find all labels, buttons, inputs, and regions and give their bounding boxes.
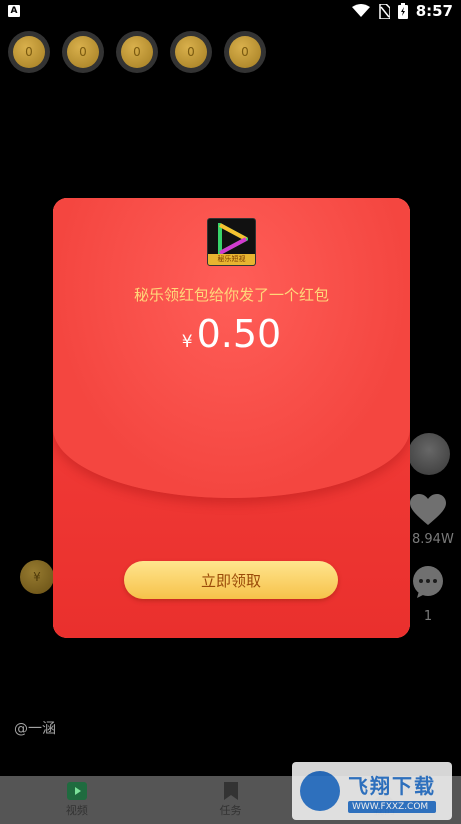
heart-icon (410, 494, 446, 525)
reward-coin[interactable]: ¥ (20, 560, 54, 594)
coin-value: 0 (175, 36, 207, 68)
coin[interactable]: 0 (8, 31, 50, 73)
amount-value: 0.50 (196, 312, 282, 356)
app-logo-label: 秘乐短视 (208, 254, 255, 265)
red-packet-dialog: 秘乐短视 秘乐领红包给你发了一个红包 ¥ 0.50 立即领取 (53, 198, 410, 638)
battery-icon (397, 3, 408, 19)
site-watermark: 飞翔下载 WWW.FXXZ.COM (292, 762, 452, 820)
sender-message: 秘乐领红包给你发了一个红包 (133, 286, 329, 304)
watermark-title: 飞翔下载 (348, 773, 436, 798)
tab-label: 视频 (65, 804, 88, 817)
comment-count: 1 (423, 609, 433, 624)
coin-value: 0 (229, 36, 261, 68)
clock: 8:57 (415, 2, 453, 20)
creator-avatar[interactable] (408, 433, 450, 475)
tab-label: 任务 (219, 804, 242, 817)
author-name[interactable]: @一涵 (14, 718, 56, 738)
watermark-logo-icon (300, 771, 340, 811)
comment-icon (413, 566, 443, 598)
coin[interactable]: 0 (224, 31, 266, 73)
currency-symbol: ¥ (181, 332, 193, 352)
play-logo-icon (218, 223, 248, 255)
watermark-url: WWW.FXXZ.COM (348, 800, 436, 813)
coin[interactable]: 0 (170, 31, 212, 73)
coin-value: 0 (13, 36, 45, 68)
packet-amount: ¥ 0.50 (53, 312, 410, 356)
like-count: 8.94W (412, 532, 454, 547)
coin[interactable]: 0 (62, 31, 104, 73)
claim-button[interactable]: 立即领取 (124, 561, 338, 599)
no-sim-icon (378, 3, 390, 19)
wifi-icon (351, 4, 370, 17)
video-icon (66, 782, 87, 800)
comment-button[interactable]: 1 (408, 565, 448, 624)
status-icons: 8:57 (351, 2, 453, 20)
coin-row: 0 0 0 0 0 (8, 31, 266, 73)
coin[interactable]: 0 (116, 31, 158, 73)
tab-task[interactable]: 任务 (154, 776, 308, 824)
notification-icon: A (8, 5, 20, 17)
like-button[interactable]: 8.94W (406, 494, 454, 547)
app-logo: 秘乐短视 (207, 218, 256, 266)
task-icon (223, 782, 238, 800)
coin-value: 0 (67, 36, 99, 68)
status-bar: A 8:57 (0, 0, 461, 22)
coin-value: 0 (121, 36, 153, 68)
tab-video[interactable]: 视频 (0, 776, 154, 824)
